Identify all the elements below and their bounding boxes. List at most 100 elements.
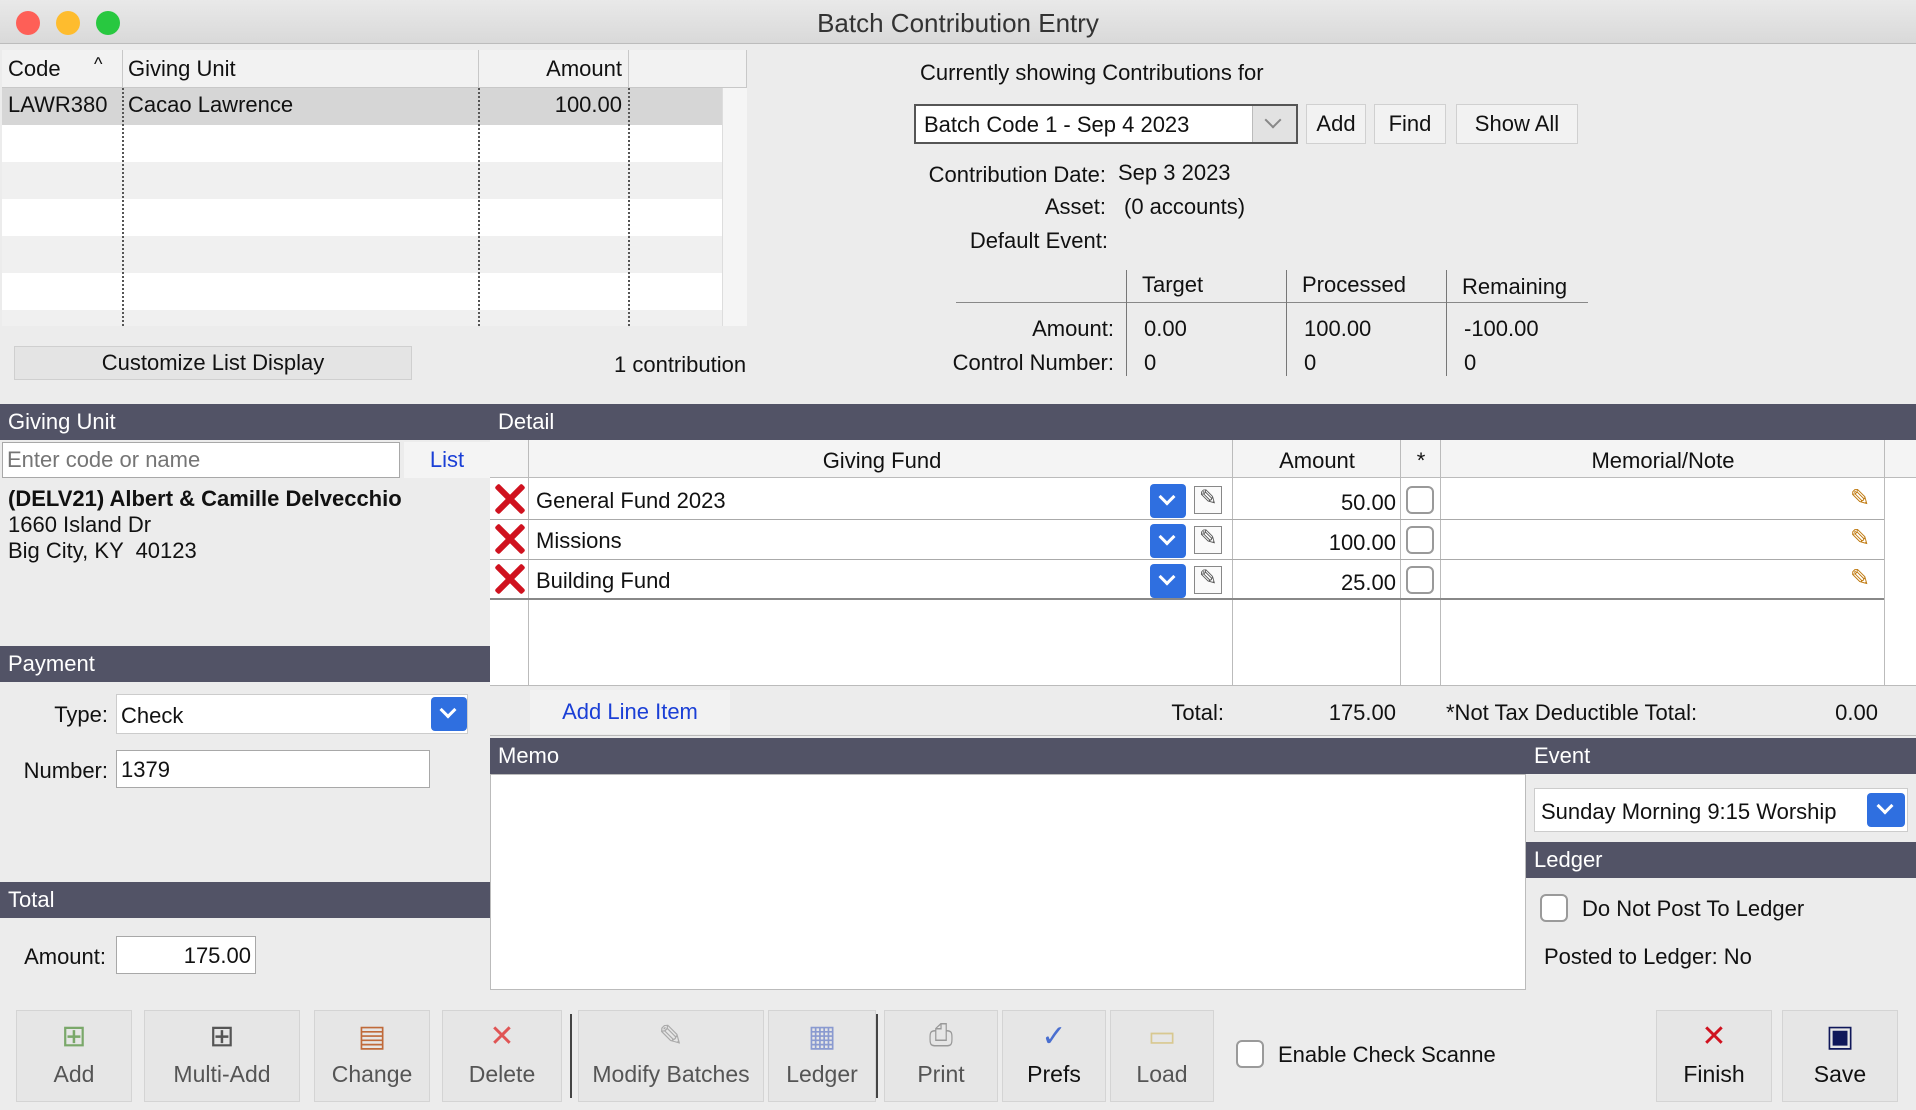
toolbar-change-button[interactable]: ▤ Change [314,1010,430,1102]
contribution-date-label: Contribution Date: [928,162,1106,187]
amount-row-label: Amount: [1032,316,1114,341]
toolbar-save-label: Save [1813,1061,1867,1087]
chevron-shape [439,701,457,719]
not-tax-deductible-checkbox[interactable] [1406,566,1434,594]
contribution-count: 1 contribution [614,352,747,377]
memo-textarea[interactable] [490,774,1526,990]
chevron-down-icon[interactable] [1867,793,1905,827]
toolbar-print-button[interactable]: ⎙ Print [884,1010,998,1102]
amount-processed: 100.00 [1304,316,1372,341]
multi-add-icon: ⊞ [209,1020,235,1053]
line-fund[interactable]: Building Fund [536,568,671,594]
giving-unit-search-input[interactable] [2,442,400,478]
toolbar-ledger-button[interactable]: ▦ Ledger [768,1010,876,1102]
control-target: 0 [1144,350,1157,375]
giving-unit-list-button[interactable]: List [404,442,490,478]
add-icon: ⊞ [61,1020,87,1053]
edit-fund-icon[interactable] [1194,485,1222,514]
table-row-empty [2,199,722,236]
payment-number-label: Number: [23,758,108,783]
batch-show-all-button[interactable]: Show All [1456,104,1578,144]
chevron-down-icon[interactable] [1150,484,1186,518]
giving-unit-header: Giving Unit [0,404,490,440]
toolbar-load-label: Load [1136,1061,1188,1087]
line-fund[interactable]: General Fund 2023 [536,488,726,514]
column-giving-unit[interactable]: Giving Unit [128,56,236,82]
ledger-header: Ledger [1526,842,1916,878]
toolbar-add-button[interactable]: ⊞ Add [16,1010,132,1102]
prefs-icon: ✓ [1041,1020,1067,1053]
detail-total-label: Total: [1171,700,1224,725]
list-scrollbar[interactable] [722,88,747,326]
toolbar-delete-button[interactable]: ✕ Delete [442,1010,562,1102]
col-processed: Processed [1302,272,1406,297]
event-select-value: Sunday Morning 9:15 Worship [1541,799,1837,824]
edit-fund-icon[interactable] [1194,565,1222,594]
chevron-down-icon[interactable] [1150,564,1186,598]
table-row-empty [2,162,722,199]
memorial-note-icon[interactable] [1846,524,1876,553]
amount-target: 0.00 [1144,316,1187,341]
line-amount[interactable]: 50.00 [1234,490,1396,516]
add-line-item-link: Add Line Item [562,699,698,724]
not-tax-deductible-checkbox[interactable] [1406,486,1434,514]
delete-line-icon[interactable] [492,562,526,596]
default-event-label: Default Event: [969,228,1108,253]
add-line-item-button[interactable]: Add Line Item [530,690,730,734]
column-amount[interactable]: Amount [482,56,622,82]
do-not-post-label: Do Not Post To Ledger [1582,896,1805,921]
line-fund[interactable]: Missions [536,528,622,554]
toolbar-prefs-button[interactable]: ✓ Prefs [1002,1010,1106,1102]
enable-check-scanner-checkbox[interactable] [1236,1040,1264,1068]
event-select[interactable]: Sunday Morning 9:15 Worship [1534,788,1908,832]
payment-number-input[interactable]: 1379 [116,750,430,788]
delete-line-icon[interactable] [492,522,526,556]
memorial-note-icon[interactable] [1846,564,1876,593]
header-divider [122,50,123,88]
column-code[interactable]: Code [8,56,61,82]
toolbar-finish-label: Finish [1683,1061,1745,1087]
chevron-down-icon[interactable] [431,697,467,731]
column-divider [122,88,124,326]
batch-add-button[interactable]: Add [1306,104,1366,144]
enable-check-scanner-label: Enable Check Scanne [1278,1042,1496,1067]
chevron-shape [1158,528,1176,546]
line-amount[interactable]: 100.00 [1234,530,1396,556]
toolbar-save-button[interactable]: ▣ Save [1782,1010,1898,1102]
batch-select[interactable]: Batch Code 1 - Sep 4 2023 [914,104,1298,144]
toolbar-add-label: Add [53,1061,95,1087]
payment-type-value: Check [121,703,184,728]
do-not-post-checkbox[interactable] [1540,894,1568,922]
toolbar-modify-batches-button[interactable]: ✎ Modify Batches [578,1010,764,1102]
total-amount-value: 175.00 [116,936,256,974]
delete-line-icon[interactable] [492,482,526,516]
row-code: LAWR380 [8,92,108,117]
batch-find-button[interactable]: Find [1374,104,1446,144]
window-title: Batch Contribution Entry [817,8,1099,38]
chevron-down-icon[interactable] [1252,106,1296,142]
load-icon: ▭ [1147,1020,1177,1053]
control-remaining: 0 [1464,350,1477,375]
toolbar-load-button[interactable]: ▭ Load [1110,1010,1214,1102]
toolbar-finish-button[interactable]: ✕ Finish [1656,1010,1772,1102]
not-tax-deductible-checkbox[interactable] [1406,526,1434,554]
edit-fund-icon[interactable] [1194,525,1222,554]
memorial-note-icon[interactable] [1846,484,1876,513]
toolbar-separator [570,1014,572,1098]
finish-x-icon: ✕ [1701,1020,1727,1053]
toolbar-prefs-label: Prefs [1027,1061,1081,1087]
customize-list-display-button[interactable]: Customize List Display [14,346,412,380]
detail-col-divider [1884,440,1885,686]
line-amount[interactable]: 25.00 [1234,570,1396,596]
save-disk-icon: ▣ [1825,1020,1855,1053]
toolbar-multi-add-button[interactable]: ⊞ Multi-Add [144,1010,300,1102]
column-divider [628,88,630,326]
table-row[interactable]: LAWR380 Cacao Lawrence 100.00 [2,88,722,125]
control-processed: 0 [1304,350,1317,375]
chevron-down-icon[interactable] [1150,524,1186,558]
contributions-list[interactable]: LAWR380 Cacao Lawrence 100.00 [2,88,747,326]
col-giving-fund: Giving Fund [822,448,942,473]
payment-header: Payment [0,646,490,682]
list-link: List [429,447,465,472]
payment-type-select[interactable]: Check [116,694,468,734]
